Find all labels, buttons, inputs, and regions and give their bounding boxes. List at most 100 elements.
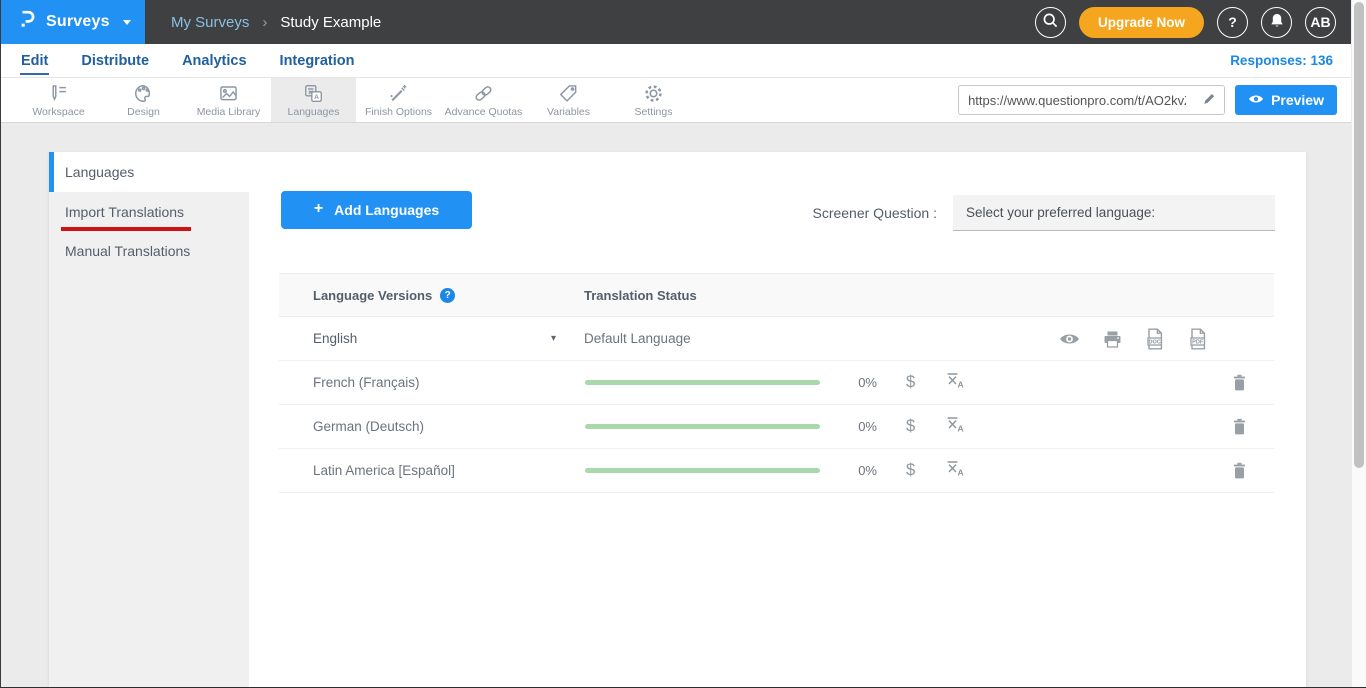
- edit-url-button[interactable]: [1195, 86, 1224, 114]
- print-icon[interactable]: [1103, 330, 1122, 348]
- languages-sidebar: Languages Import Translations Manual Tra…: [49, 152, 249, 688]
- language-row-german: German (Deutsch) 0% $ A: [279, 405, 1274, 449]
- translate-icon[interactable]: A: [945, 415, 965, 438]
- languages-main-panel: + Add Languages Screener Question : Sele…: [249, 152, 1306, 688]
- dropdown-caret-icon: ▾: [551, 333, 556, 344]
- translation-percent: 0%: [845, 463, 877, 478]
- tab-analytics[interactable]: Analytics: [181, 47, 247, 75]
- language-name: French (Français): [313, 375, 420, 390]
- media-library-icon: [218, 83, 239, 104]
- language-versions-table: Language Versions ? Translation Status E…: [279, 273, 1274, 493]
- default-language-select[interactable]: English ▾: [279, 331, 584, 346]
- column-translation-status: Translation Status: [584, 288, 697, 303]
- eye-icon: [1248, 92, 1264, 108]
- surveys-product-menu[interactable]: Surveys: [1, 0, 145, 44]
- delete-language-button[interactable]: [1232, 374, 1247, 391]
- view-eye-icon[interactable]: [1059, 332, 1080, 346]
- toolbar-item-variables[interactable]: Variables: [526, 78, 611, 122]
- toolbar-item-media-library[interactable]: Media Library: [186, 78, 271, 122]
- languages-card: Languages Import Translations Manual Tra…: [49, 152, 1306, 688]
- sidebar-item-manual-translations[interactable]: Manual Translations: [49, 233, 249, 272]
- translation-progress-bar: [585, 424, 820, 429]
- sidebar-item-import-translations[interactable]: Import Translations: [49, 194, 249, 233]
- translation-status-cell: 0% $ A: [584, 459, 965, 482]
- column-language-versions: Language Versions ?: [279, 288, 584, 303]
- tab-distribute[interactable]: Distribute: [80, 47, 150, 75]
- top-bar: Surveys My Surveys › Study Example Upgra…: [1, 0, 1366, 44]
- questionpro-logo-icon: [16, 9, 37, 35]
- search-icon: [1042, 12, 1059, 32]
- translation-percent: 0%: [845, 419, 877, 434]
- export-pdf-icon[interactable]: PDF: [1188, 328, 1208, 350]
- translation-status-cell: 0% $ A: [584, 415, 965, 438]
- language-name: Latin America [Español]: [313, 463, 455, 478]
- edit-toolbar: Workspace Design Media Library A Languag…: [1, 78, 1366, 123]
- variables-icon: [558, 83, 579, 104]
- translate-icon[interactable]: A: [945, 459, 965, 482]
- responses-count-link[interactable]: Responses: 136: [1230, 53, 1366, 68]
- screener-question-select[interactable]: Select your preferred language:: [953, 195, 1275, 231]
- paid-translation-icon[interactable]: $: [906, 373, 915, 392]
- toolbar-item-workspace[interactable]: Workspace: [16, 78, 101, 122]
- translation-percent: 0%: [845, 375, 877, 390]
- svg-text:PDF: PDF: [1192, 339, 1204, 345]
- survey-url-field: [958, 85, 1225, 115]
- translate-icon[interactable]: A: [945, 371, 965, 394]
- default-language-row: English ▾ Default Language: [279, 317, 1274, 361]
- svg-text:A: A: [958, 379, 964, 389]
- settings-gear-icon: [643, 83, 664, 104]
- upgrade-now-button[interactable]: Upgrade Now: [1079, 7, 1204, 38]
- top-actions: Upgrade Now ? AB: [1035, 7, 1366, 38]
- translation-status-cell: 0% $ A: [584, 371, 965, 394]
- toolbar-item-settings[interactable]: Settings: [611, 78, 696, 122]
- sidebar-subitems: Import Translations Manual Translations: [49, 192, 249, 688]
- breadcrumb-current-survey: Study Example: [280, 14, 381, 31]
- design-icon: [133, 83, 154, 104]
- toolbar-item-advance-quotas[interactable]: Advance Quotas: [441, 78, 526, 122]
- app-window: Surveys My Surveys › Study Example Upgra…: [0, 0, 1366, 688]
- red-annotation-underline: [61, 227, 191, 231]
- language-row-french: French (Français) 0% $ A: [279, 361, 1274, 405]
- tab-edit[interactable]: Edit: [20, 47, 49, 75]
- scrollbar-thumb[interactable]: [1354, 2, 1364, 468]
- translation-progress-bar: [585, 380, 820, 385]
- default-language-actions: DOC PDF: [1059, 328, 1208, 350]
- chevron-down-icon: [123, 20, 131, 25]
- sidebar-item-languages[interactable]: Languages: [49, 152, 249, 192]
- trash-icon: [1232, 462, 1247, 479]
- breadcrumb: My Surveys › Study Example: [171, 14, 381, 31]
- table-header-row: Language Versions ? Translation Status: [279, 273, 1274, 317]
- delete-language-button[interactable]: [1232, 462, 1247, 479]
- survey-url-input[interactable]: [959, 93, 1195, 108]
- preview-button[interactable]: Preview: [1235, 85, 1337, 115]
- trash-icon: [1232, 418, 1247, 435]
- add-languages-button[interactable]: + Add Languages: [281, 191, 472, 229]
- paid-translation-icon[interactable]: $: [906, 461, 915, 480]
- default-language-status: Default Language: [584, 331, 691, 346]
- plus-icon: +: [314, 200, 323, 218]
- help-button[interactable]: ?: [1217, 7, 1248, 38]
- svg-text:A: A: [958, 467, 964, 477]
- user-avatar[interactable]: AB: [1305, 7, 1336, 38]
- content-area: Languages Import Translations Manual Tra…: [1, 123, 1366, 688]
- page-scrollbar[interactable]: [1351, 0, 1366, 687]
- tab-integration[interactable]: Integration: [279, 47, 356, 75]
- toolbar-item-finish-options[interactable]: Finish Options: [356, 78, 441, 122]
- language-name: German (Deutsch): [313, 419, 424, 434]
- paid-translation-icon[interactable]: $: [906, 417, 915, 436]
- delete-language-button[interactable]: [1232, 418, 1247, 435]
- finish-options-icon: [388, 83, 409, 104]
- help-tooltip-icon[interactable]: ?: [440, 288, 455, 303]
- search-button[interactable]: [1035, 7, 1066, 38]
- active-indicator: [49, 152, 54, 192]
- notifications-button[interactable]: [1261, 7, 1292, 38]
- toolbar-item-design[interactable]: Design: [101, 78, 186, 122]
- languages-icon: A: [303, 83, 324, 104]
- pencil-icon: [1202, 91, 1217, 109]
- breadcrumb-my-surveys[interactable]: My Surveys: [171, 14, 249, 31]
- breadcrumb-separator: ›: [262, 14, 267, 31]
- export-doc-icon[interactable]: DOC: [1145, 328, 1165, 350]
- translation-progress-bar: [585, 468, 820, 473]
- toolbar-item-languages[interactable]: A Languages: [271, 78, 356, 122]
- advance-quotas-icon: [473, 83, 494, 104]
